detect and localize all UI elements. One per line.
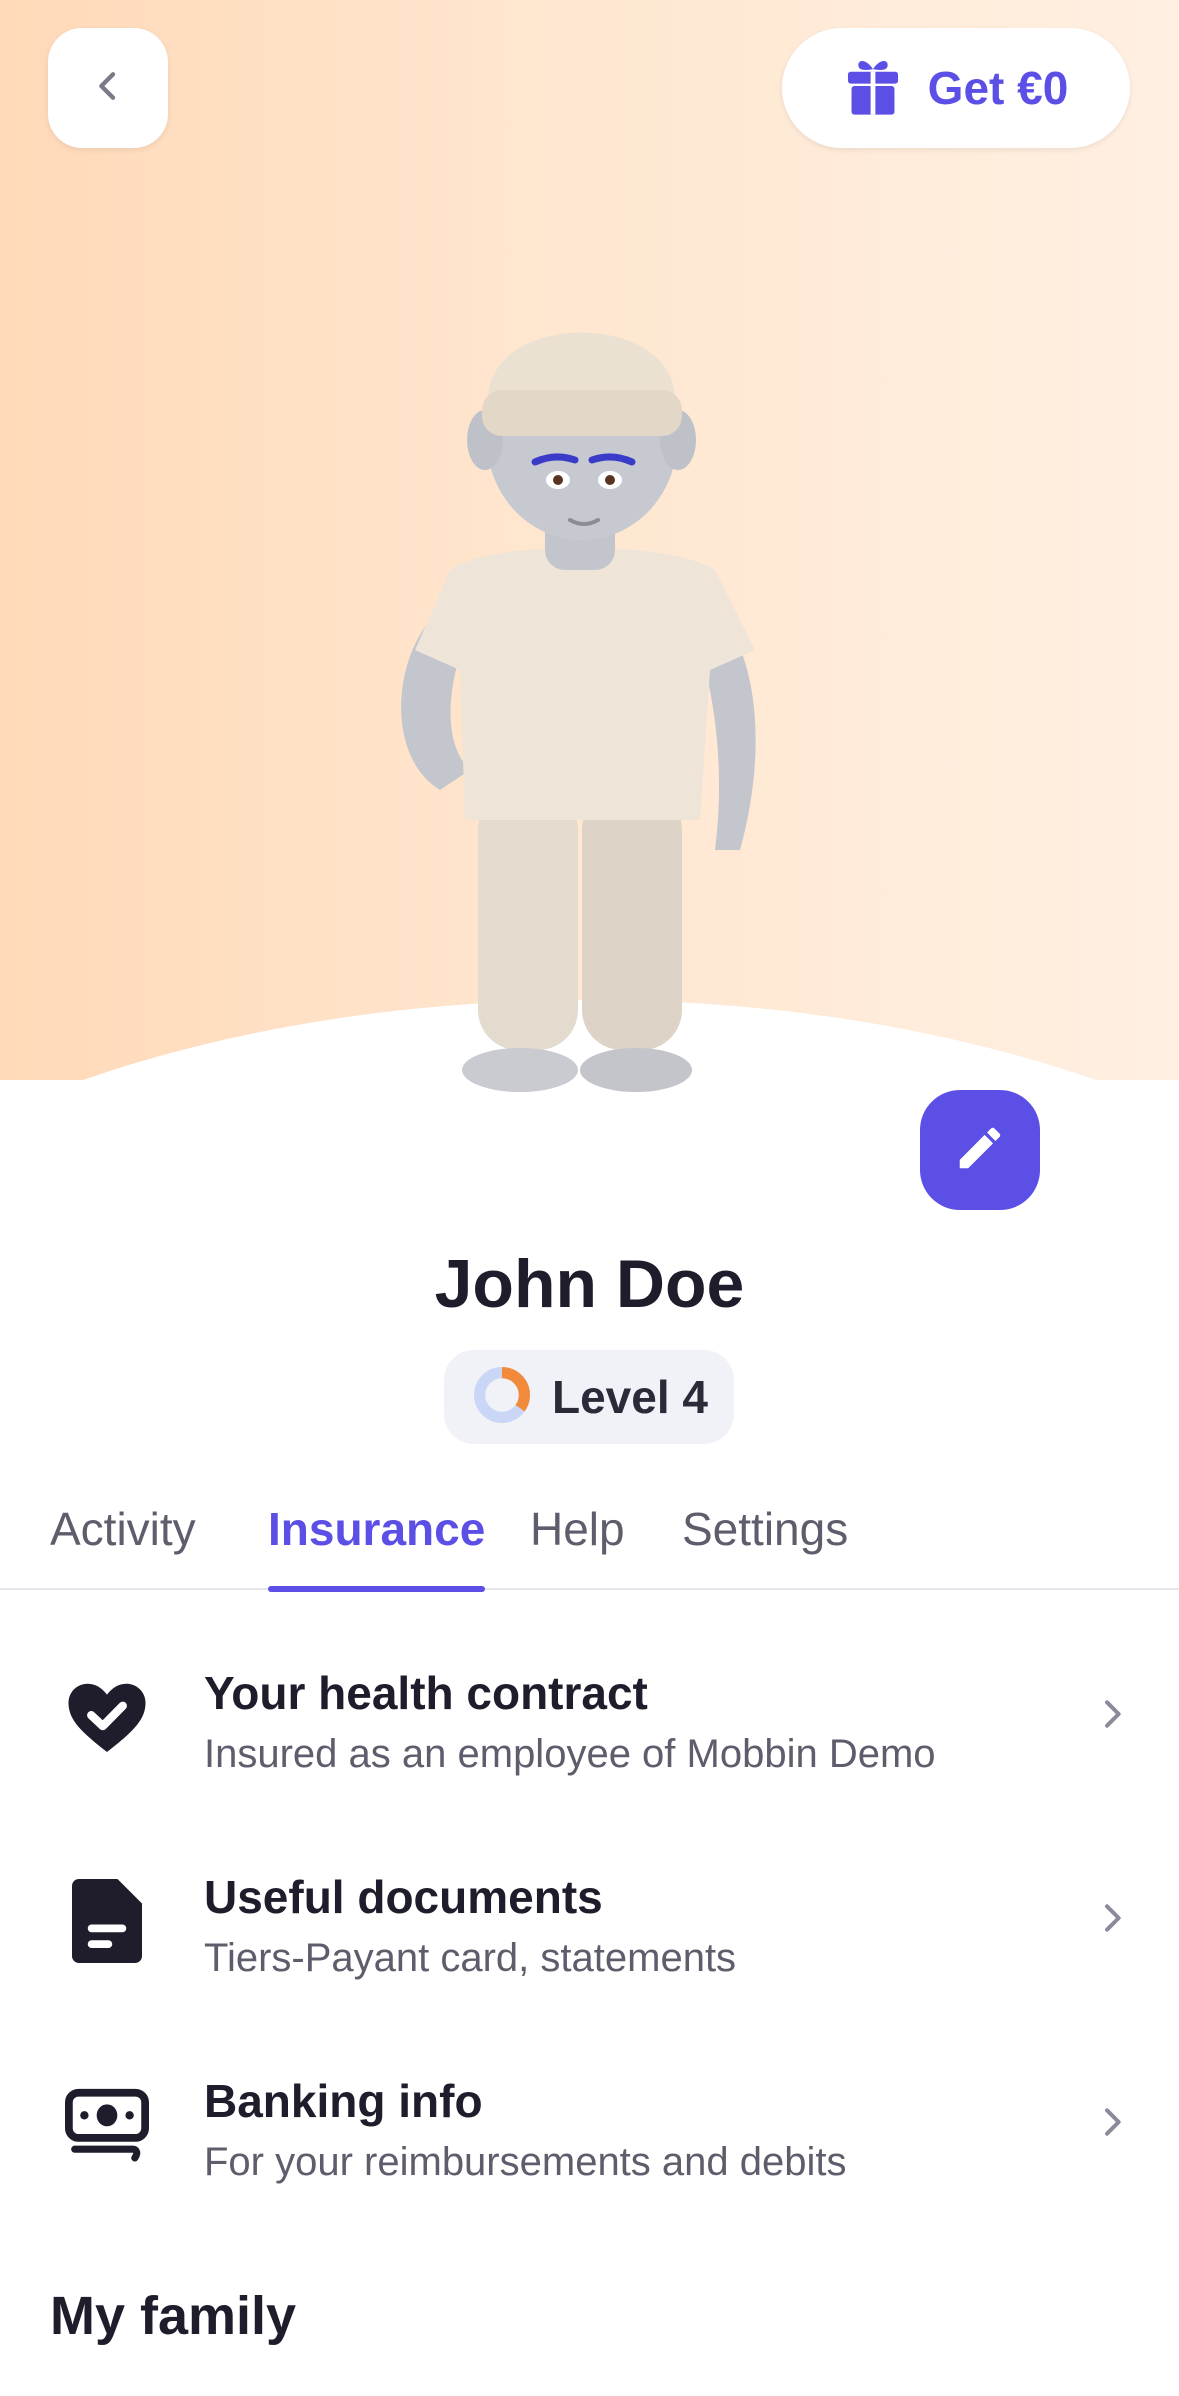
chevron-left-icon bbox=[88, 66, 128, 111]
referral-button[interactable]: Get €0 bbox=[782, 28, 1130, 148]
chevron-right-icon bbox=[1105, 1700, 1121, 1728]
chevron-right-icon bbox=[1105, 1904, 1121, 1932]
tab-help[interactable]: Help bbox=[530, 1490, 625, 1590]
level-progress-ring-icon bbox=[470, 1363, 534, 1432]
pencil-icon bbox=[953, 1121, 1007, 1180]
tab-activity[interactable]: Activity bbox=[50, 1490, 196, 1590]
my-family-heading: My family bbox=[50, 2286, 297, 2346]
tab-insurance-label: Insurance bbox=[268, 1503, 486, 1555]
health-contract-item[interactable]: Your health contract Insured as an emplo… bbox=[0, 1636, 1179, 1816]
item-subtitle: For your reimbursements and debits bbox=[204, 2140, 847, 2184]
item-title: Banking info bbox=[204, 2075, 483, 2127]
gift-icon bbox=[844, 55, 902, 122]
tab-settings-label: Settings bbox=[682, 1503, 849, 1555]
item-subtitle: Insured as an employee of Mobbin Demo bbox=[204, 1732, 936, 1776]
tab-insurance[interactable]: Insurance bbox=[268, 1490, 486, 1592]
level-badge[interactable]: Level 4 bbox=[444, 1350, 734, 1444]
referral-label: Get €0 bbox=[927, 62, 1069, 114]
back-button[interactable] bbox=[48, 28, 168, 148]
profile-tabs: Activity Insurance Help Settings bbox=[0, 1490, 1179, 1592]
chevron-right-icon bbox=[1105, 2108, 1121, 2136]
heart-check-icon bbox=[62, 1672, 152, 1762]
profile-name: John Doe bbox=[434, 1246, 745, 1322]
edit-avatar-button[interactable] bbox=[920, 1090, 1040, 1210]
document-icon bbox=[62, 1876, 152, 1966]
avatar-figure bbox=[401, 332, 756, 1092]
item-title: Your health contract bbox=[204, 1667, 648, 1719]
tab-help-label: Help bbox=[530, 1503, 625, 1555]
banknote-icon bbox=[62, 2080, 152, 2170]
level-label: Level 4 bbox=[552, 1371, 708, 1423]
useful-documents-item[interactable]: Useful documents Tiers-Payant card, stat… bbox=[0, 1840, 1179, 2020]
item-subtitle: Tiers-Payant card, statements bbox=[204, 1936, 737, 1980]
tab-settings[interactable]: Settings bbox=[682, 1490, 848, 1590]
tab-activity-label: Activity bbox=[50, 1503, 196, 1555]
item-title: Useful documents bbox=[204, 1871, 603, 1923]
banking-info-item[interactable]: Banking info For your reimbursements and… bbox=[0, 2044, 1179, 2224]
